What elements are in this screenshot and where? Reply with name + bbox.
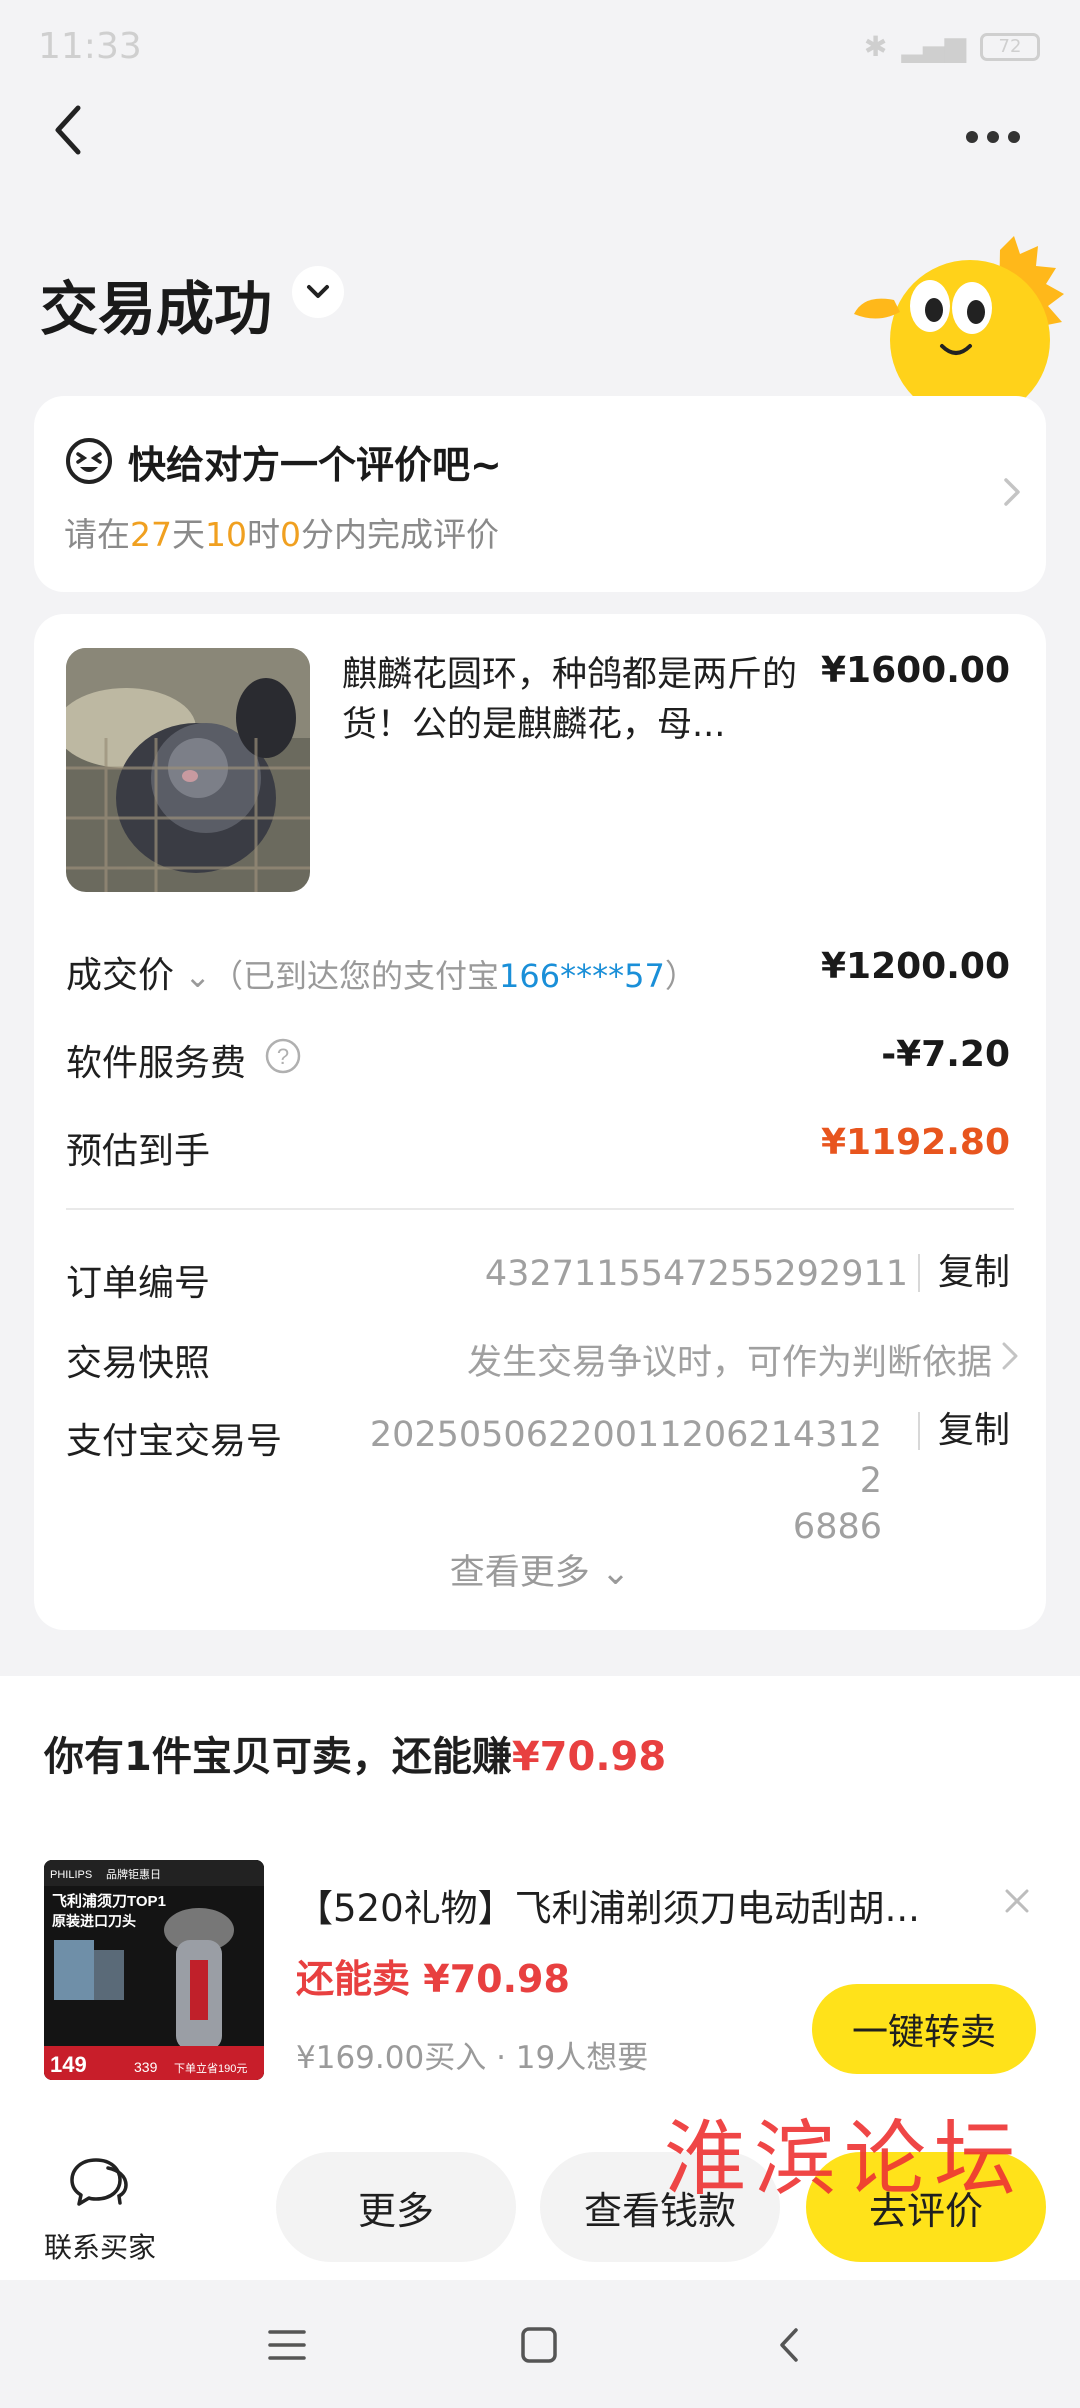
alipay-no-value: 20250506220011206214312 2 6886 <box>369 1415 882 1547</box>
order-no-label: 订单编号 <box>66 1263 211 1304</box>
help-icon[interactable]: ? <box>264 1037 302 1084</box>
ad-meta: ¥169.00买入 · 19人想要 <box>296 2040 649 2076</box>
product-image[interactable] <box>66 648 310 892</box>
battery-icon: 72 <box>980 32 1040 61</box>
signal-icon: ▂▄▆ <box>901 30 966 63</box>
review-countdown: 请在27天10时0分内完成评价 <box>64 515 499 554</box>
copy-order-no-button[interactable]: 复制 <box>917 1254 1010 1292</box>
deal-price-label[interactable]: 成交价 ⌄（已到达您的支付宝166****57） <box>66 946 697 998</box>
ad-resell-price: 还能卖 ¥70.98 <box>296 1957 570 2001</box>
alipay-no-label: 支付宝交易号 <box>66 1421 283 1462</box>
svg-text:品牌钜惠日: 品牌钜惠日 <box>106 1867 161 1881</box>
one-click-resell-button[interactable]: 一键转卖 <box>812 1984 1036 2074</box>
estimate-label: 预估到手 <box>66 1131 211 1172</box>
svg-text:下单立省190元: 下单立省190元 <box>174 2061 247 2075</box>
dot-icon <box>966 131 978 143</box>
estimate-value: ¥1192.80 <box>820 1122 1010 1163</box>
svg-text:339: 339 <box>134 2059 158 2075</box>
snapshot-label[interactable]: 交易快照 <box>66 1334 210 1386</box>
dot-icon <box>1008 131 1020 143</box>
resell-section: 你有1件宝贝可卖，还能赚¥70.98 PHILIPS 品牌钜惠日 飞利浦须刀TO… <box>0 1676 1080 2136</box>
page-title: 交易成功 <box>40 275 273 343</box>
chevron-down-icon <box>307 285 329 298</box>
see-more-button[interactable]: 查看更多 ⌄ <box>34 1544 1046 1595</box>
chevron-down-icon: ⌄ <box>589 1553 631 1593</box>
copy-alipay-no-button[interactable]: 复制 <box>917 1412 1010 1450</box>
ad-product-image[interactable]: PHILIPS 品牌钜惠日 飞利浦须刀TOP1 原装进口刀头 149 339 下… <box>44 1860 264 2080</box>
resell-heading: 你有1件宝贝可卖，还能赚¥70.98 <box>44 1734 667 1780</box>
system-nav-bar <box>0 2280 1080 2408</box>
product-title[interactable]: 麒麟花圆环，种鸽都是两斤的货！公的是麒麟花，母... <box>342 650 812 750</box>
service-fee-value: -¥7.20 <box>881 1034 1010 1075</box>
mascot-image <box>850 230 1080 420</box>
order-detail-card: 麒麟花圆环，种鸽都是两斤的货！公的是麒麟花，母... ¥1600.00 成交价 … <box>34 614 1046 1630</box>
svg-text:原装进口刀头: 原装进口刀头 <box>52 1913 136 1929</box>
product-price: ¥1600.00 <box>820 650 1010 691</box>
status-icons: ✱ ▂▄▆ 72 <box>864 30 1040 63</box>
svg-text:?: ? <box>277 1044 289 1069</box>
status-time: 11:33 <box>38 26 142 67</box>
more-button[interactable]: 更多 <box>276 2152 516 2262</box>
order-no-value: 4327115547255292911 <box>484 1254 908 1294</box>
chevron-right-icon <box>1000 474 1024 510</box>
review-title: 快给对方一个评价吧~ <box>128 443 502 487</box>
snapshot-value[interactable]: 发生交易争议时，可作为判断依据 <box>467 1334 992 1385</box>
chevron-down-icon: ⌄ <box>174 957 211 995</box>
deal-price-value: ¥1200.00 <box>820 946 1010 987</box>
dot-icon <box>987 131 999 143</box>
svg-text:飞利浦须刀TOP1: 飞利浦须刀TOP1 <box>52 1892 166 1910</box>
alipay-account: 166****57 <box>499 957 665 995</box>
status-dropdown-button[interactable] <box>292 266 344 318</box>
smile-icon <box>64 436 114 486</box>
chevron-left-icon <box>55 105 81 155</box>
svg-text:PHILIPS: PHILIPS <box>50 1869 92 1881</box>
chat-icon[interactable] <box>68 2154 130 2210</box>
review-reminder-card[interactable]: 快给对方一个评价吧~ 请在27天10时0分内完成评价 <box>34 396 1046 592</box>
close-icon[interactable] <box>1002 1886 1032 1916</box>
chevron-right-icon <box>1000 1338 1020 1374</box>
forum-watermark: 淮滨论坛 <box>664 2112 1025 2207</box>
bluetooth-icon: ✱ <box>863 30 888 63</box>
home-icon[interactable] <box>514 2320 564 2370</box>
back-button[interactable] <box>46 96 106 166</box>
back-nav-icon[interactable] <box>766 2320 816 2370</box>
divider <box>66 1208 1014 1210</box>
svg-text:149: 149 <box>50 2052 87 2077</box>
menu-icon[interactable] <box>262 2320 312 2370</box>
more-menu-button[interactable] <box>958 112 1028 162</box>
service-fee-label: 软件服务费 ? <box>66 1034 302 1086</box>
ad-product-title[interactable]: 【520礼物】飞利浦剃须刀电动刮胡... <box>296 1878 936 1932</box>
contact-buyer-label[interactable]: 联系买家 <box>44 2226 156 2266</box>
status-bar: 11:33 ✱ ▂▄▆ 72 <box>0 0 1080 96</box>
